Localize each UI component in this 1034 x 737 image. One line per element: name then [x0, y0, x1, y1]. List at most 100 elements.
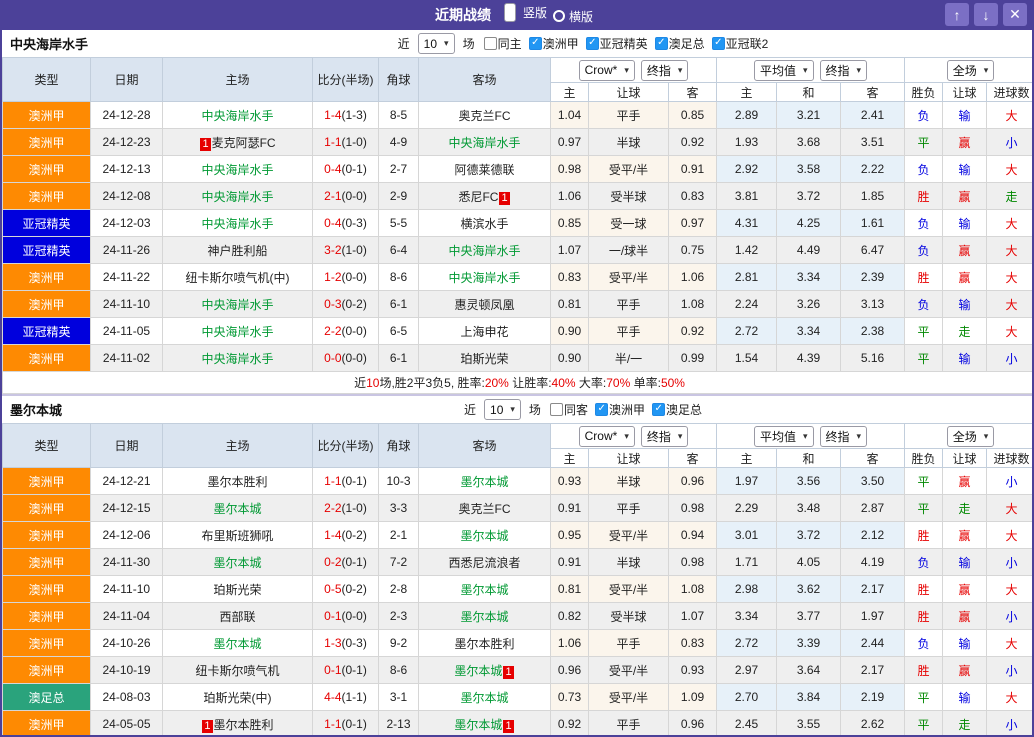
move-down-button[interactable]: ↓: [974, 3, 998, 26]
fulltime-score: 1-1: [324, 474, 342, 488]
odds-home: 0.92: [550, 710, 589, 735]
result-scope-select[interactable]: 全场 ▾: [946, 425, 995, 447]
competition-type: 澳洲甲: [2, 155, 91, 183]
result-outcome: 胜: [904, 602, 944, 630]
odds-away: 0.91: [667, 155, 718, 183]
odds-away: 1.07: [667, 602, 718, 630]
match-row: 澳洲甲 24-12-06 布里斯班狮吼 1-4(0-2) 2-1 墨尔本城 0.95 受平/半…: [2, 521, 1032, 549]
filter-controls: 近 10▾ 场 同客 澳洲甲 澳足总: [332, 399, 702, 420]
avg-draw: 3.72: [776, 521, 842, 549]
result-handicap: 赢: [942, 602, 988, 630]
result-goals: 小: [986, 548, 1032, 576]
fulltime-score: 4-4: [324, 690, 342, 704]
result-scope-select[interactable]: 全场 ▾: [946, 59, 995, 81]
competition-type: 澳洲甲: [2, 629, 91, 657]
halftime-score: (1-0): [341, 501, 367, 515]
odds-home: 0.96: [550, 656, 589, 684]
corner-count: 10-3: [378, 467, 419, 495]
down-arrow-icon: ↓: [982, 6, 990, 23]
result-outcome: 平: [904, 683, 944, 711]
chevron-down-icon: ▾: [983, 64, 989, 75]
odds-away: 0.99: [667, 344, 718, 372]
filter-checkbox[interactable]: 澳足总: [654, 35, 705, 52]
column-header: 日期: [90, 423, 163, 468]
result-handicap: 赢: [942, 182, 988, 210]
filter-checkbox[interactable]: 澳洲甲: [528, 35, 579, 52]
avg-draw: 4.25: [776, 209, 842, 237]
team-name: 中央海岸水手: [201, 216, 274, 231]
filter-checkbox[interactable]: 同主: [483, 35, 522, 52]
avg-away: 2.12: [840, 521, 906, 549]
filter-checkbox[interactable]: 澳洲甲: [594, 401, 645, 418]
avg-away: 2.19: [840, 683, 906, 711]
column-header: 客场: [418, 57, 551, 102]
avg-time-select[interactable]: 终指 ▾: [819, 59, 868, 81]
odds-time-select[interactable]: 终指 ▾: [640, 59, 689, 81]
subcolumn-header: 和: [776, 448, 842, 468]
avg-source-select[interactable]: 平均值 ▾: [753, 59, 814, 81]
away-team: 墨尔本城: [418, 521, 551, 549]
match-row: 澳洲甲 24-10-26 墨尔本城 1-3(0-3) 9-2 墨尔本胜利 1.06 平手 0.8…: [2, 629, 1032, 657]
avg-time-select[interactable]: 终指 ▾: [819, 425, 868, 447]
result-outcome: 胜: [904, 575, 944, 603]
odds-handicap: 半/一: [588, 344, 669, 372]
odds-time-select[interactable]: 终指 ▾: [640, 425, 689, 447]
subcolumn-header: 客: [667, 82, 718, 102]
close-button[interactable]: ✕: [1003, 3, 1027, 26]
avg-source-select[interactable]: 平均值 ▾: [753, 425, 814, 447]
chevron-down-icon: ▾: [677, 64, 683, 75]
result-outcome: 负: [904, 155, 944, 183]
match-date: 24-12-15: [90, 494, 163, 522]
odds-handicap: 平手: [588, 629, 669, 657]
result-goals: 小: [986, 602, 1032, 630]
score-cell: 1-3(0-3): [312, 629, 379, 657]
away-team: 珀斯光荣: [418, 344, 551, 372]
fulltime-score: 3-2: [324, 243, 342, 257]
avg-home: 1.93: [716, 128, 778, 156]
result-outcome: 负: [904, 209, 944, 237]
filter-checkbox[interactable]: 澳足总: [651, 401, 702, 418]
odds-source-select[interactable]: Crow* ▾: [578, 59, 635, 81]
filter-checkbox[interactable]: 亚冠联2: [711, 35, 768, 52]
away-team: 悉尼FC 1: [418, 182, 551, 210]
odds-away: 0.92: [667, 317, 718, 345]
halftime-score: (0-1): [341, 555, 367, 569]
summary-part: 20%: [484, 376, 509, 390]
result-outcome: 胜: [904, 656, 944, 684]
subcolumn-header: 让球: [942, 82, 988, 102]
score-cell: 0-5(0-2): [312, 575, 379, 603]
chevron-down-icon: ▾: [624, 64, 629, 75]
score-cell: 0-4(0-3): [312, 209, 379, 237]
filter-checkbox[interactable]: 亚冠精英: [585, 35, 648, 52]
radio-icon: [503, 3, 516, 22]
move-up-button[interactable]: ↑: [945, 3, 969, 26]
fulltime-score: 0-3: [324, 297, 342, 311]
corner-count: 3-1: [378, 683, 419, 711]
red-card-badge: 1: [202, 719, 213, 733]
team-name: 中央海岸水手: [201, 189, 274, 204]
result-outcome: 平: [904, 317, 944, 345]
team-name: 惠灵顿凤凰: [454, 297, 515, 312]
layout-radio-vertical[interactable]: 竖版: [501, 3, 547, 22]
avg-away: 5.16: [840, 344, 906, 372]
halftime-score: (0-1): [341, 162, 367, 176]
home-team: 墨尔本城: [162, 494, 313, 522]
team-name: 墨尔本城: [460, 609, 509, 624]
halftime-score: (0-2): [341, 528, 367, 542]
titlebar-center: 近期战绩 竖版 横版: [435, 3, 599, 27]
odds-source-select[interactable]: Crow* ▾: [578, 425, 635, 447]
odds-away: 0.96: [667, 467, 718, 495]
subcolumn-header: 客: [840, 448, 906, 468]
avg-away: 2.62: [840, 710, 906, 735]
match-row: 澳洲甲 24-12-21 墨尔本胜利 1-1(0-1) 10-3 墨尔本城 0.93 半球 0.…: [2, 467, 1032, 495]
avg-home: 2.24: [716, 290, 778, 318]
recent-count-select[interactable]: 10 ▾: [484, 399, 521, 420]
avg-header-group: 平均值 ▾ 终指 ▾: [716, 57, 906, 83]
window-title: 近期战绩: [434, 7, 491, 23]
team-name: 布里斯班狮吼: [201, 528, 274, 543]
layout-radio-horizontal[interactable]: 横版: [553, 8, 593, 25]
recent-count-select[interactable]: 10 ▾: [417, 33, 455, 54]
odds-handicap: 受平/半: [588, 521, 669, 549]
filter-checkbox[interactable]: 同客: [549, 401, 588, 418]
fulltime-score: 1-4: [324, 528, 342, 542]
